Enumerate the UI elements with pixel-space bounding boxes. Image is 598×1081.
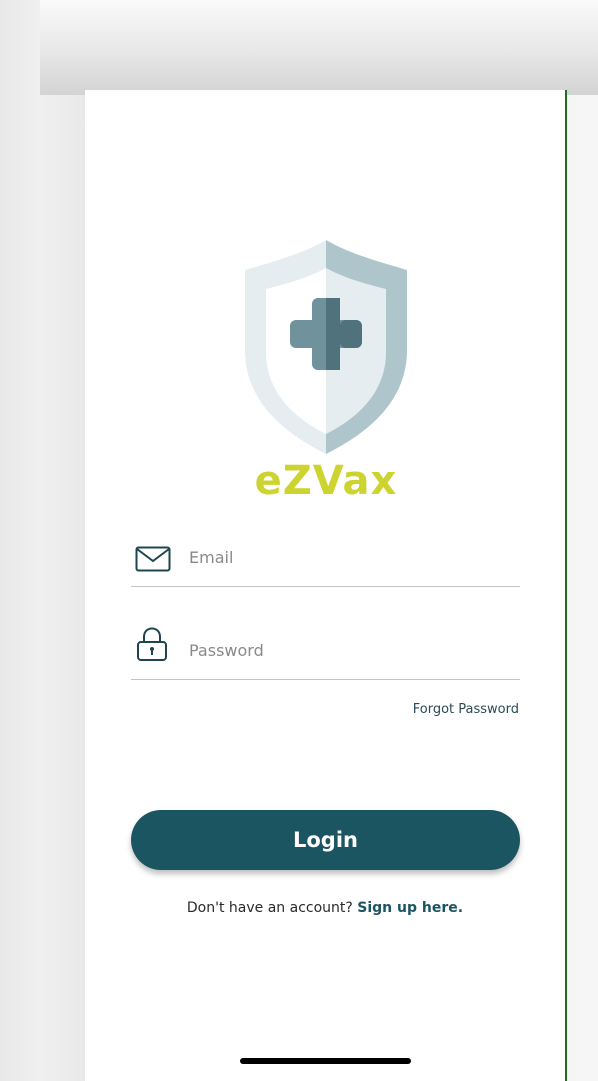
password-input[interactable] [187, 635, 511, 665]
envelope-icon [135, 546, 171, 572]
forgot-password-link[interactable]: Forgot Password [413, 702, 519, 717]
password-field[interactable] [131, 627, 520, 680]
signup-prompt: Don't have an account? [186, 900, 353, 916]
email-input[interactable] [187, 542, 511, 572]
shield-medical-cross-icon [245, 240, 407, 454]
login-button[interactable]: Login [131, 810, 520, 870]
background-header [40, 0, 598, 95]
brand-name: eZVax [254, 458, 398, 504]
signup-link[interactable]: Sign up here. [357, 900, 463, 916]
padlock-icon [137, 627, 167, 661]
home-indicator[interactable] [240, 1058, 411, 1064]
email-field[interactable] [131, 536, 520, 587]
signup-row: Don't have an account? Sign up here. [85, 900, 565, 916]
